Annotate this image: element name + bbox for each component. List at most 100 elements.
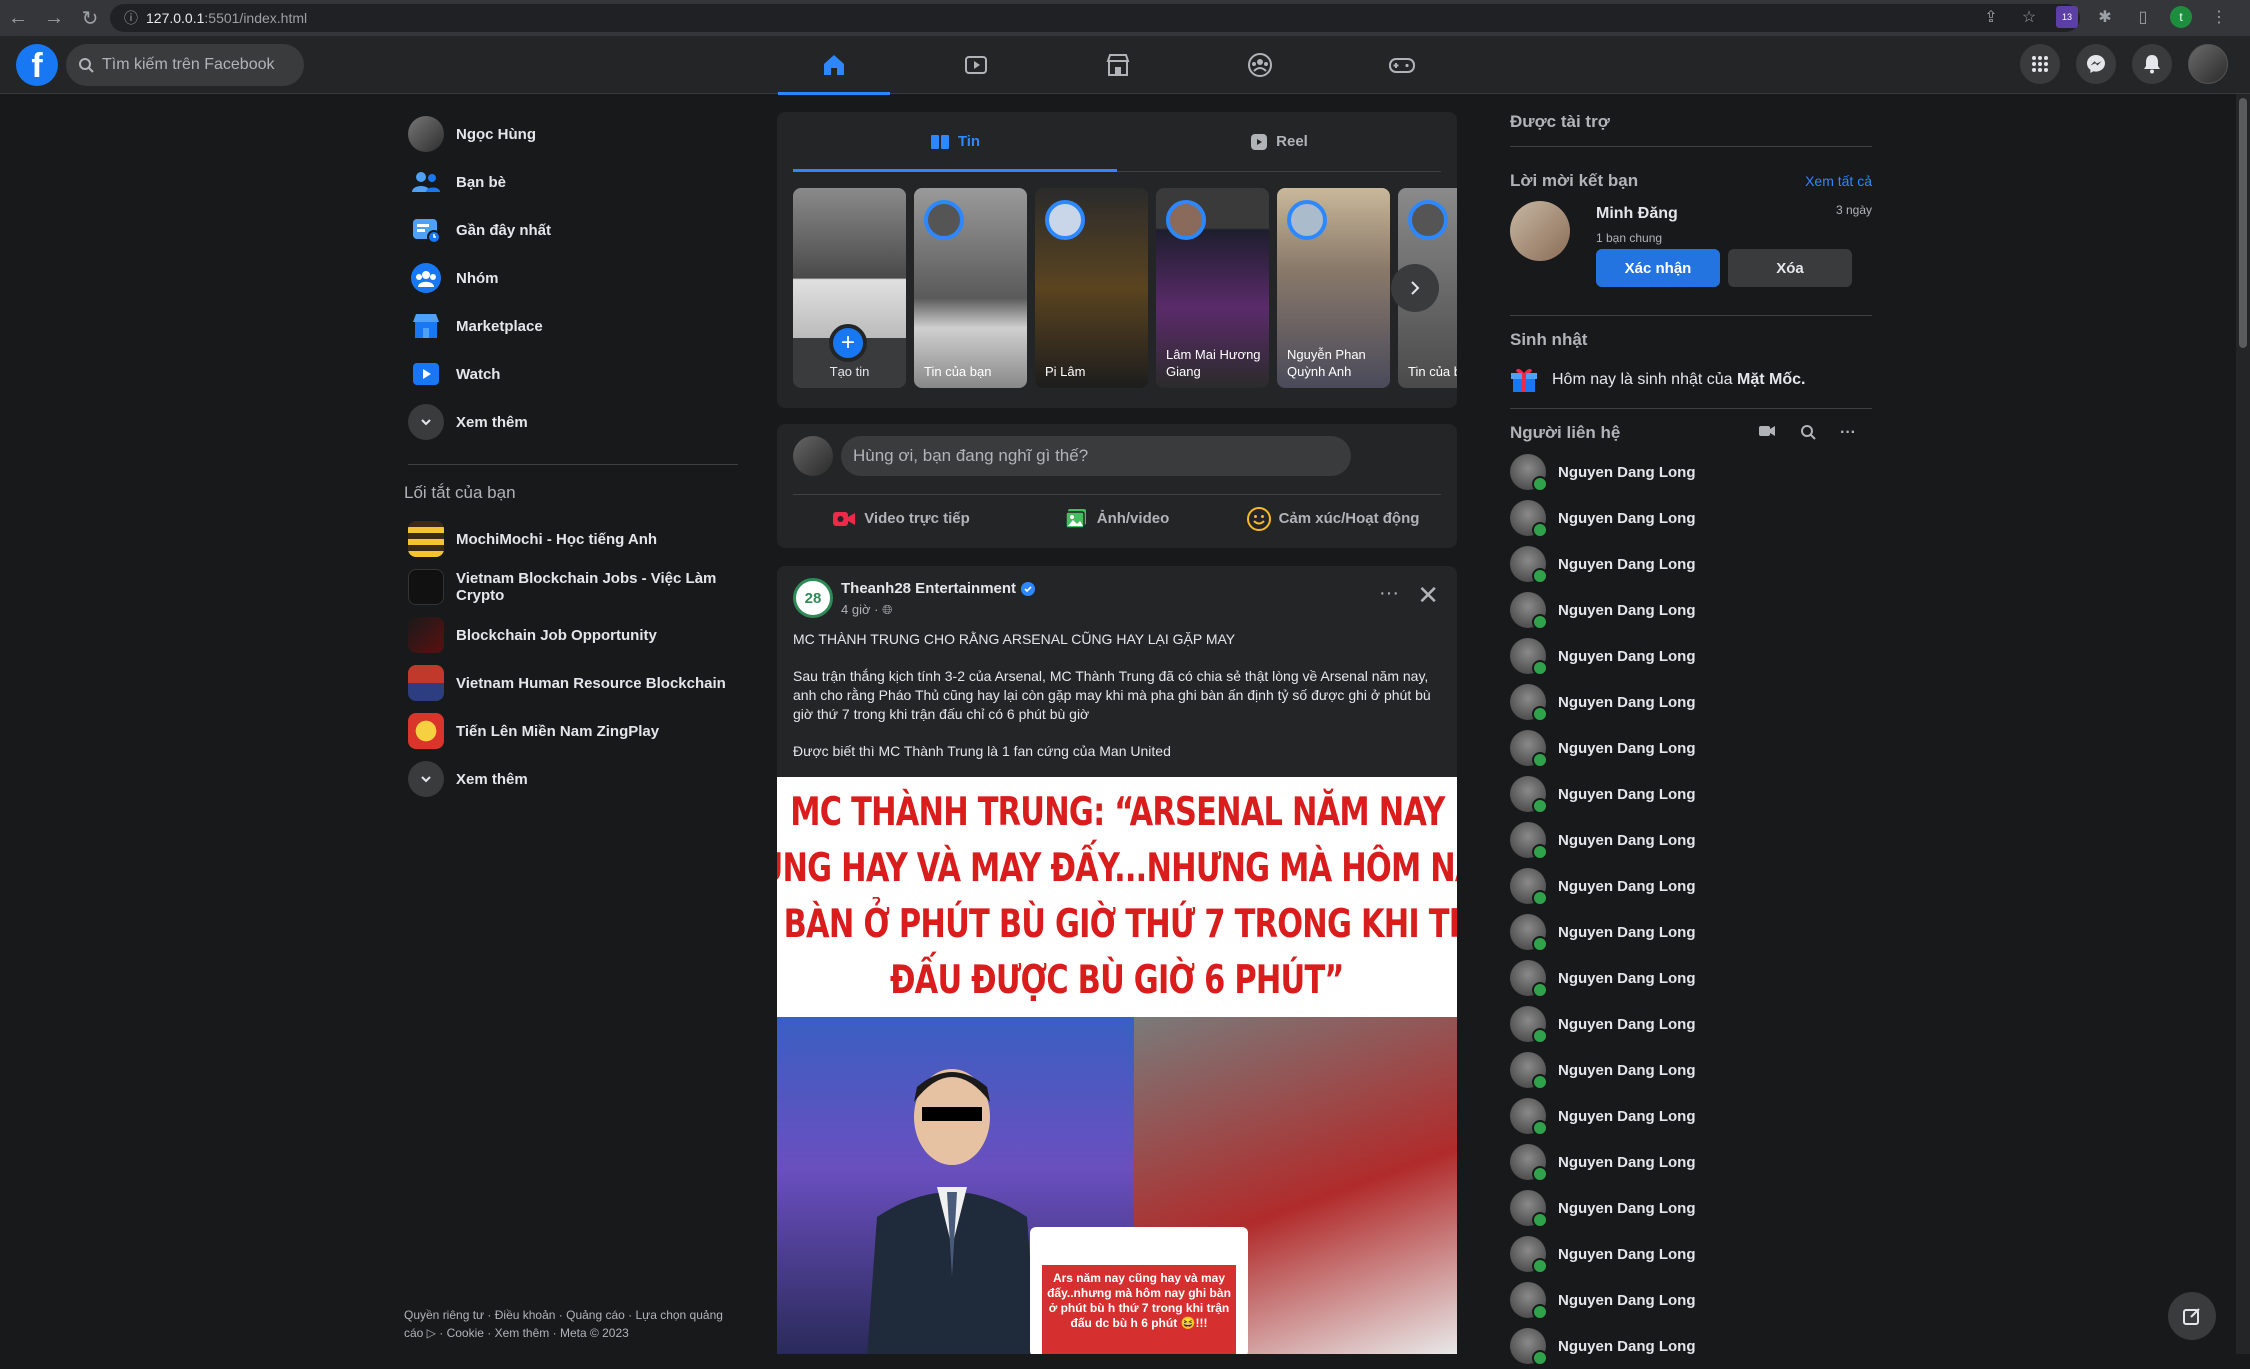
avatar bbox=[1510, 500, 1548, 538]
contact-name: Nguyen Dang Long bbox=[1558, 969, 1696, 987]
headline-line: ĐẤU ĐƯỢC BÙ GIỜ 6 PHÚT” bbox=[890, 958, 1344, 1003]
search-box[interactable] bbox=[66, 44, 304, 86]
address-bar[interactable]: ⓘ 127.0.0.1 :5501/index.html bbox=[110, 4, 2080, 32]
sidebar-see-more[interactable]: Xem thêm bbox=[400, 398, 740, 446]
nav-marketplace-tab[interactable] bbox=[1062, 36, 1174, 94]
search-input[interactable] bbox=[102, 56, 292, 74]
delete-button[interactable]: Xóa bbox=[1728, 249, 1852, 287]
shortcuts-see-more[interactable]: Xem thêm bbox=[400, 755, 740, 803]
contact-item[interactable]: Nguyen Dang Long bbox=[1510, 1323, 1872, 1369]
nav-groups-tab[interactable] bbox=[1204, 36, 1316, 94]
see-all-link[interactable]: Xem tất cả bbox=[1805, 173, 1872, 189]
avatar bbox=[1510, 1328, 1548, 1366]
post-image[interactable]: MC THÀNH TRUNG: “ARSENAL NĂM NAY CŨNG HA… bbox=[777, 777, 1457, 1354]
notifications-button[interactable] bbox=[2132, 44, 2172, 84]
shortcut-item[interactable]: MochiMochi - Học tiếng Anh bbox=[400, 515, 740, 563]
shortcut-item[interactable]: Blockchain Job Opportunity bbox=[400, 611, 740, 659]
back-icon[interactable]: ← bbox=[0, 0, 36, 36]
post-timestamp[interactable]: 4 giờ · 🌐︎ bbox=[841, 602, 892, 618]
contact-item[interactable]: Nguyen Dang Long bbox=[1510, 449, 1872, 495]
contact-item[interactable]: Nguyen Dang Long bbox=[1510, 1139, 1872, 1185]
contact-item[interactable]: Nguyen Dang Long bbox=[1510, 1277, 1872, 1323]
bookmark-star-icon[interactable]: ☆ bbox=[2018, 6, 2040, 28]
contact-item[interactable]: Nguyen Dang Long bbox=[1510, 817, 1872, 863]
contact-item[interactable]: Nguyen Dang Long bbox=[1510, 1231, 1872, 1277]
avatar[interactable] bbox=[793, 436, 833, 476]
puzzle-icon[interactable]: ✱ bbox=[2094, 6, 2116, 28]
story-card[interactable]: Lâm Mai Hương Giang bbox=[1156, 188, 1269, 388]
tab-reels[interactable]: Reel bbox=[1117, 112, 1441, 171]
contact-item[interactable]: Nguyen Dang Long bbox=[1510, 495, 1872, 541]
contact-item[interactable]: Nguyen Dang Long bbox=[1510, 863, 1872, 909]
contact-item[interactable]: Nguyen Dang Long bbox=[1510, 725, 1872, 771]
share-icon[interactable]: ⇪ bbox=[1980, 6, 2002, 28]
sidebar-item-friends[interactable]: Bạn bè bbox=[400, 158, 740, 206]
mutual-friends[interactable]: 1 bạn chung bbox=[1596, 231, 1662, 245]
extension-icon[interactable]: 13 bbox=[2056, 6, 2078, 28]
close-icon[interactable]: ✕ bbox=[1417, 580, 1439, 611]
contact-item[interactable]: Nguyen Dang Long bbox=[1510, 909, 1872, 955]
messenger-button[interactable] bbox=[2076, 44, 2116, 84]
story-card[interactable]: Nguyễn Phan Quỳnh Anh bbox=[1277, 188, 1390, 388]
contact-item[interactable]: Nguyen Dang Long bbox=[1510, 541, 1872, 587]
browser-menu-icon[interactable]: ⋮ bbox=[2208, 6, 2230, 28]
browser-profile-avatar[interactable]: t bbox=[2170, 6, 2192, 28]
contact-item[interactable]: Nguyen Dang Long bbox=[1510, 771, 1872, 817]
sidebar-item-recent[interactable]: Gần đây nhất bbox=[400, 206, 740, 254]
create-story-card[interactable]: + Tạo tin bbox=[793, 188, 906, 388]
avatar[interactable] bbox=[1510, 201, 1570, 261]
reload-icon[interactable]: ↻ bbox=[72, 0, 108, 36]
friend-name[interactable]: Minh Đăng bbox=[1596, 205, 1678, 223]
live-video-button[interactable]: Video trực tiếp bbox=[793, 503, 1009, 534]
sidebar-item-watch[interactable]: Watch bbox=[400, 350, 740, 398]
stories-next-button[interactable] bbox=[1391, 264, 1439, 312]
contact-item[interactable]: Nguyen Dang Long bbox=[1510, 1093, 1872, 1139]
nav-gaming-tab[interactable] bbox=[1346, 36, 1458, 94]
feeling-activity-button[interactable]: Cảm xúc/Hoạt động bbox=[1225, 503, 1441, 534]
page-avatar[interactable]: 28 bbox=[793, 578, 833, 618]
new-room-icon[interactable] bbox=[1758, 424, 1776, 442]
post-options-button[interactable]: ··· bbox=[1379, 582, 1399, 605]
contact-item[interactable]: Nguyen Dang Long bbox=[1510, 1047, 1872, 1093]
search-icon[interactable] bbox=[1800, 424, 1816, 442]
contact-item[interactable]: Nguyen Dang Long bbox=[1510, 1185, 1872, 1231]
page-scrollbar[interactable] bbox=[2236, 94, 2250, 1354]
contact-item[interactable]: Nguyen Dang Long bbox=[1510, 587, 1872, 633]
contact-item[interactable]: Nguyen Dang Long bbox=[1510, 955, 1872, 1001]
nav-home-tab[interactable] bbox=[778, 36, 890, 95]
facebook-logo-icon[interactable]: f bbox=[16, 44, 58, 86]
feed-post: 28 Theanh28 Entertainment 4 giờ · 🌐︎ ···… bbox=[777, 566, 1457, 1354]
sidebar-profile[interactable]: Ngọc Hùng bbox=[400, 110, 740, 158]
more-options-icon[interactable]: ··· bbox=[1840, 424, 1856, 442]
sidebar-item-groups[interactable]: Nhóm bbox=[400, 254, 740, 302]
confirm-button[interactable]: Xác nhận bbox=[1596, 249, 1720, 287]
sidebar-item-marketplace[interactable]: Marketplace bbox=[400, 302, 740, 350]
photo-video-button[interactable]: Ảnh/video bbox=[1009, 503, 1225, 534]
post-paragraph: Được biết thì MC Thành Trung là 1 fan cứ… bbox=[793, 743, 1171, 759]
avatar bbox=[1510, 1052, 1548, 1090]
footer-links[interactable]: Quyền riêng tư · Điều khoản · Quảng cáo … bbox=[404, 1306, 744, 1342]
menu-grid-button[interactable] bbox=[2020, 44, 2060, 84]
messenger-icon bbox=[2087, 55, 2105, 73]
shortcut-item[interactable]: Vietnam Blockchain Jobs - Việc Làm Crypt… bbox=[400, 563, 740, 611]
contact-item[interactable]: Nguyen Dang Long bbox=[1510, 1001, 1872, 1047]
avatar bbox=[1287, 200, 1327, 240]
post-author[interactable]: Theanh28 Entertainment bbox=[841, 580, 1036, 597]
request-time: 3 ngày bbox=[1835, 203, 1872, 217]
forward-icon[interactable]: → bbox=[36, 0, 72, 36]
story-card[interactable]: Pi Lâm bbox=[1035, 188, 1148, 388]
contact-item[interactable]: Nguyen Dang Long bbox=[1510, 679, 1872, 725]
nav-watch-tab[interactable] bbox=[920, 36, 1032, 94]
shortcut-item[interactable]: Tiến Lên Miền Nam ZingPlay bbox=[400, 707, 740, 755]
account-avatar[interactable] bbox=[2188, 44, 2228, 84]
tab-stories[interactable]: Tin bbox=[793, 112, 1117, 172]
shortcut-item[interactable]: Vietnam Human Resource Blockchain bbox=[400, 659, 740, 707]
composer-input[interactable]: Hùng ơi, bạn đang nghĩ gì thế? bbox=[841, 436, 1351, 476]
avatar bbox=[1510, 1236, 1548, 1274]
new-message-button[interactable] bbox=[2168, 1292, 2216, 1340]
birthday-item[interactable]: Hôm nay là sinh nhật của Mặt Mốc. bbox=[1510, 366, 1872, 394]
story-card[interactable]: Tin của bạn bbox=[914, 188, 1027, 388]
contact-item[interactable]: Nguyen Dang Long bbox=[1510, 633, 1872, 679]
scrollbar-thumb[interactable] bbox=[2239, 98, 2247, 348]
sidepanel-icon[interactable]: ▯ bbox=[2132, 6, 2154, 28]
